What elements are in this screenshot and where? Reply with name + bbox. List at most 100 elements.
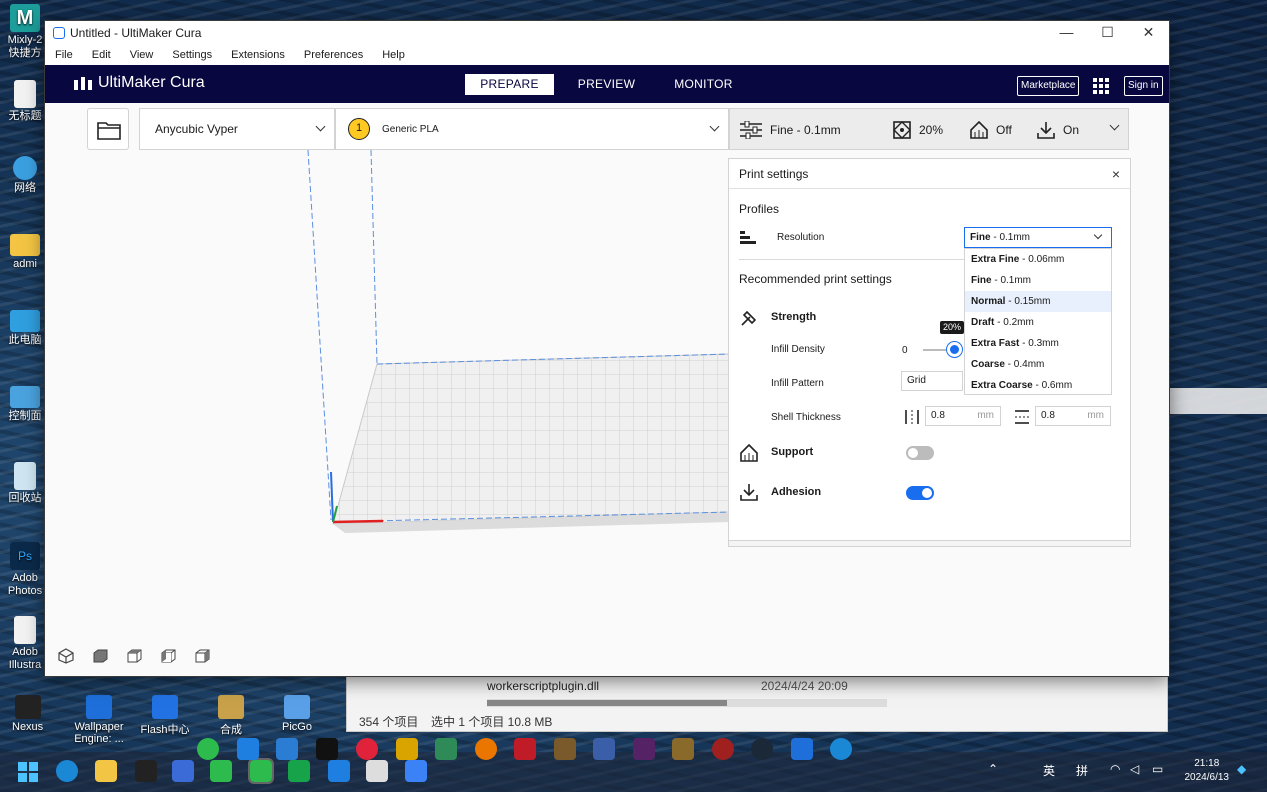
window-title: Untitled - UltiMaker Cura xyxy=(70,25,202,40)
app-icon[interactable] xyxy=(288,760,310,782)
adhesion-toggle[interactable] xyxy=(906,486,934,500)
desktop-icon-picgo[interactable]: PicGo xyxy=(280,695,314,733)
desktop-icon-this-pc[interactable]: 此电脑 xyxy=(2,310,48,347)
support-toggle[interactable] xyxy=(906,446,934,460)
input-method-pinyin[interactable]: 拼 xyxy=(1076,762,1088,779)
desktop-icon-flash[interactable]: Flash中心 xyxy=(140,695,190,737)
desktop-icon-admin[interactable]: admi xyxy=(2,234,48,271)
explorer-selection-info: 选中 1 个项目 10.8 MB xyxy=(431,715,553,729)
wall-thickness-input[interactable]: 0.8 mm xyxy=(925,406,1001,426)
chevron-up-icon[interactable]: ⌃ xyxy=(988,762,998,776)
app-icon[interactable] xyxy=(405,760,427,782)
wechat-icon[interactable] xyxy=(210,760,232,782)
menu-help[interactable]: Help xyxy=(382,49,405,61)
desktop-icon-control-panel[interactable]: 控制面 xyxy=(2,386,48,423)
resolution-option[interactable]: Extra Fast - 0.3mm xyxy=(965,333,1111,354)
menu-file[interactable]: File xyxy=(55,49,73,61)
explorer-file-name[interactable]: workerscriptplugin.dll xyxy=(487,679,599,693)
resolution-dropdown[interactable]: Fine - 0.1mm xyxy=(964,227,1112,248)
close-panel-icon[interactable]: × xyxy=(1112,166,1120,182)
blender-icon[interactable] xyxy=(475,738,497,760)
resolution-option[interactable]: Extra Coarse - 0.6mm xyxy=(965,375,1111,396)
forza-icon[interactable] xyxy=(514,738,536,760)
game-icon[interactable] xyxy=(633,738,655,760)
file-explorer-icon[interactable] xyxy=(95,760,117,782)
left-view-icon[interactable] xyxy=(159,648,177,664)
desktop-icon-recycle-bin[interactable]: 回收站 xyxy=(2,462,48,505)
right-view-icon[interactable] xyxy=(193,648,211,664)
resolution-option[interactable]: Normal - 0.15mm xyxy=(965,291,1111,312)
battery-icon[interactable]: ▭ xyxy=(1152,762,1163,776)
desktop-icon-untitled[interactable]: 无标题 xyxy=(2,80,48,123)
tab-preview[interactable]: PREVIEW xyxy=(562,74,651,95)
resolution-option[interactable]: Fine - 0.1mm xyxy=(965,270,1111,291)
explorer-scrollbar[interactable] xyxy=(487,699,887,707)
wallpaper-engine-icon[interactable] xyxy=(791,738,813,760)
3d-view-icon[interactable] xyxy=(57,648,75,664)
system-clock[interactable]: 21:18 2024/6/13 xyxy=(1185,757,1230,785)
notification-bell-icon[interactable]: ◆ xyxy=(1237,762,1246,776)
menu-edit[interactable]: Edit xyxy=(92,49,111,61)
cura-window[interactable]: Untitled - UltiMaker Cura — ☐ ✕ File Edi… xyxy=(44,20,1170,677)
desktop-icon-network[interactable]: 网络 xyxy=(2,156,48,195)
desktop-icon-nexus[interactable]: Nexus xyxy=(12,695,43,733)
minimize-button[interactable]: — xyxy=(1046,24,1087,41)
feishu-icon[interactable] xyxy=(237,738,259,760)
infill-slider-handle[interactable] xyxy=(947,342,962,357)
apps-grid-icon[interactable] xyxy=(1093,78,1109,94)
edge-icon[interactable] xyxy=(830,738,852,760)
netease-music-icon[interactable] xyxy=(356,738,378,760)
game-icon[interactable] xyxy=(712,738,734,760)
volume-icon[interactable]: ◁ xyxy=(1130,762,1139,776)
feishu-icon[interactable] xyxy=(328,760,350,782)
panel-resize-handle[interactable] xyxy=(729,540,1130,546)
proxy-icon[interactable] xyxy=(366,760,388,782)
open-file-button[interactable] xyxy=(87,108,129,150)
resolution-option[interactable]: Draft - 0.2mm xyxy=(965,312,1111,333)
material-selector[interactable]: 1 Generic PLA xyxy=(335,108,729,150)
wechat-icon[interactable] xyxy=(248,758,274,784)
wechat-icon[interactable] xyxy=(197,738,219,760)
menu-extensions[interactable]: Extensions xyxy=(231,49,285,61)
game-icon[interactable] xyxy=(554,738,576,760)
game-icon[interactable] xyxy=(593,738,615,760)
marketplace-button[interactable]: Marketplace xyxy=(1017,76,1080,96)
wifi-icon[interactable]: ◠ xyxy=(1110,762,1120,776)
app-icon[interactable] xyxy=(172,760,194,782)
print-setup-selector[interactable]: Fine - 0.1mm 20% Off On xyxy=(729,108,1129,150)
close-button[interactable]: ✕ xyxy=(1128,24,1169,41)
front-view-icon[interactable] xyxy=(91,648,109,664)
steam-icon[interactable] xyxy=(751,738,773,760)
csgo-icon[interactable] xyxy=(396,738,418,760)
desktop-icon-hecheng[interactable]: 合成 xyxy=(215,695,247,737)
resolution-option[interactable]: Extra Fine - 0.06mm xyxy=(965,249,1111,270)
sign-in-button[interactable]: Sign in xyxy=(1124,76,1163,96)
tab-prepare[interactable]: PREPARE xyxy=(465,74,554,95)
game-icon[interactable] xyxy=(672,738,694,760)
tab-monitor[interactable]: MONITOR xyxy=(659,74,748,95)
desktop-icon-illustrator[interactable]: Adob Illustra xyxy=(2,616,48,672)
app-icon[interactable] xyxy=(135,760,157,782)
maximize-button[interactable]: ☐ xyxy=(1087,24,1128,41)
desktop-icon-wallpaper-engine[interactable]: Wallpaper Engine: ... xyxy=(70,695,128,745)
title-bar[interactable]: Untitled - UltiMaker Cura — ☐ ✕ xyxy=(45,21,1169,44)
edge-icon[interactable] xyxy=(56,760,78,782)
top-view-icon[interactable] xyxy=(125,648,143,664)
infill-pattern-select[interactable]: Grid xyxy=(901,371,963,391)
resolution-option[interactable]: Coarse - 0.4mm xyxy=(965,354,1111,375)
windows-start-icon[interactable] xyxy=(18,762,38,782)
tiktok-icon[interactable] xyxy=(316,738,338,760)
game-icon[interactable] xyxy=(435,738,457,760)
file-explorer-window[interactable]: workerscriptplugin.dll 2024/4/24 20:09 3… xyxy=(346,672,1168,732)
menu-preferences[interactable]: Preferences xyxy=(304,49,363,61)
desktop-icon-mixly[interactable]: M Mixly-2 快捷方 xyxy=(2,4,48,60)
machine-selector[interactable]: Anycubic Vyper xyxy=(139,108,335,150)
chevron-down-icon xyxy=(315,121,326,132)
vscode-icon[interactable] xyxy=(276,738,298,760)
top-bottom-thickness-input[interactable]: 0.8 mm xyxy=(1035,406,1111,426)
menu-settings[interactable]: Settings xyxy=(172,49,212,61)
recommended-heading: Recommended print settings xyxy=(739,272,892,286)
menu-view[interactable]: View xyxy=(130,49,154,61)
input-language-en[interactable]: 英 xyxy=(1043,762,1055,779)
desktop-icon-photoshop[interactable]: Ps Adob Photos xyxy=(2,542,48,598)
